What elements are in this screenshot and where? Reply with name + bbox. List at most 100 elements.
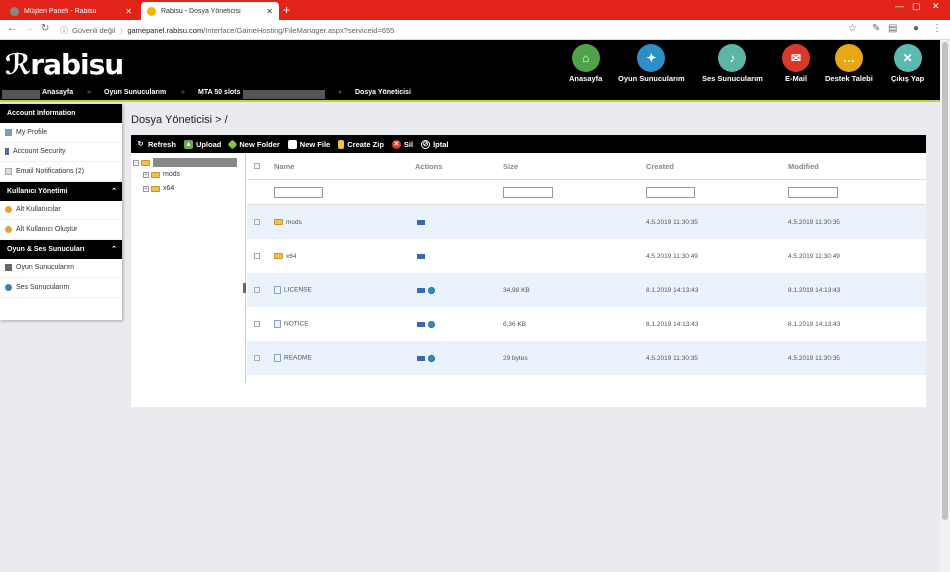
- sidebar-section-oyun-ses[interactable]: Oyun & Ses Sunucuları ⌃: [0, 239, 122, 259]
- chevron-up-icon[interactable]: ⌃: [111, 187, 117, 195]
- row-checkbox[interactable]: [254, 219, 260, 225]
- upload-button[interactable]: ▲ Upload: [183, 139, 221, 149]
- tree-root[interactable]: −: [133, 158, 237, 167]
- nav-cikis-yap[interactable]: ✕ Çıkış Yap: [891, 44, 924, 83]
- tree-item-mods[interactable]: + mods: [143, 171, 180, 178]
- file-name[interactable]: README: [274, 354, 312, 362]
- page-title: Dosya Yöneticisi > /: [131, 114, 228, 126]
- name-filter-input[interactable]: [274, 186, 323, 198]
- new-tab-button[interactable]: +: [283, 2, 290, 18]
- edit-icon[interactable]: [417, 253, 425, 259]
- sidebar-section-account[interactable]: Account Information: [0, 104, 122, 123]
- edit-icon[interactable]: [417, 287, 425, 293]
- delete-button[interactable]: ✕ Sil: [391, 139, 413, 149]
- nav-ses-sunucularim[interactable]: ♪ Ses Sunucularım: [702, 44, 763, 83]
- breadcrumb-oyun-sunucularim[interactable]: Oyun Sunucularım: [104, 89, 166, 96]
- url-field[interactable]: ⓘ Güvenli değil | gamepanel.rabisu.com /…: [60, 23, 860, 37]
- globe-icon[interactable]: [428, 354, 435, 362]
- table-row[interactable]: x64 4.5.2019 11:30:49 4.5.2019 11:30:49: [247, 239, 926, 273]
- create-zip-button[interactable]: Create Zip: [338, 139, 384, 149]
- table-row[interactable]: mods 4.5.2019 11:30:35 4.5.2019 11:30:35: [247, 205, 926, 239]
- window-close-icon[interactable]: ✕: [932, 1, 940, 12]
- nav-label: Oyun Sunucularım: [618, 74, 685, 83]
- chevron-up-icon[interactable]: ⌃: [111, 245, 117, 253]
- row-checkbox[interactable]: [254, 253, 260, 259]
- rabisu-logo[interactable]: ℛrabisu: [5, 49, 124, 81]
- column-modified[interactable]: Modified: [788, 162, 819, 171]
- extension-icon[interactable]: ✎: [872, 23, 880, 34]
- page-scrollbar[interactable]: [940, 40, 950, 572]
- sidebar-section-kullanici-yonetimi[interactable]: Kullanıcı Yönetimi ⌃: [0, 181, 122, 201]
- sidebar-item-alt-kullanici-olustur[interactable]: Alt Kullanıcı Oluştur: [0, 220, 122, 240]
- button-label: Refresh: [148, 139, 176, 149]
- nav-email[interactable]: ✉ E-Mail: [782, 44, 810, 83]
- key-icon: [5, 148, 9, 156]
- cancel-button[interactable]: ⊘ İptal: [421, 139, 449, 149]
- sidebar-item-ses-sunucularim[interactable]: Ses Sunucularım: [0, 278, 122, 298]
- tab-dosya-yoneticisi[interactable]: Rabisu - Dosya Yöneticisi ✕: [141, 2, 279, 20]
- breadcrumb-server[interactable]: MTA 50 slots: [198, 89, 240, 96]
- forward-icon[interactable]: →: [24, 23, 34, 34]
- row-checkbox[interactable]: [254, 321, 260, 327]
- new-file-button[interactable]: New File: [287, 139, 330, 149]
- close-tab-icon[interactable]: ✕: [266, 7, 273, 16]
- size-filter-input[interactable]: [503, 186, 553, 198]
- expand-icon[interactable]: +: [143, 185, 149, 192]
- sidebar-item-alt-kullanicilar[interactable]: Alt Kullanıcılar: [0, 201, 122, 220]
- column-created[interactable]: Created: [646, 162, 674, 171]
- tree-item-x64[interactable]: + x64: [143, 185, 174, 192]
- nav-anasayfa[interactable]: ⌂ Anasayfa: [569, 44, 602, 83]
- tab-musteri-paneli[interactable]: Müşteri Paneli - Rabisu ✕: [4, 2, 138, 20]
- row-actions: [417, 320, 435, 328]
- folder-icon: [151, 185, 160, 192]
- column-size[interactable]: Size: [503, 162, 518, 171]
- splitter-handle[interactable]: [243, 283, 246, 293]
- scrollbar-thumb[interactable]: [942, 42, 948, 520]
- maximize-icon[interactable]: ▢: [912, 1, 921, 12]
- nav-oyun-sunucularim[interactable]: ✦ Oyun Sunucularım: [618, 44, 685, 83]
- reload-icon[interactable]: ↻: [41, 23, 49, 34]
- sidebar-item-account-security[interactable]: Account Security: [0, 143, 122, 162]
- select-all-checkbox[interactable]: [254, 163, 260, 169]
- edit-icon[interactable]: [417, 355, 425, 361]
- refresh-button[interactable]: ↻ Refresh: [136, 140, 176, 149]
- row-checkbox[interactable]: [254, 287, 260, 293]
- breadcrumb-separator: »: [181, 89, 185, 96]
- file-name[interactable]: mods: [274, 219, 302, 226]
- new-folder-button[interactable]: New Folder: [227, 139, 280, 149]
- menu-icon[interactable]: ⋮: [932, 23, 942, 34]
- info-icon[interactable]: ⓘ: [60, 25, 68, 36]
- created-filter-input[interactable]: [646, 186, 695, 198]
- row-checkbox[interactable]: [254, 355, 260, 361]
- sidebar-item-oyun-sunucularim[interactable]: Oyun Sunucularım: [0, 259, 122, 278]
- nav-label: Destek Talebi: [825, 74, 873, 83]
- edit-icon[interactable]: [417, 219, 425, 225]
- close-tab-icon[interactable]: ✕: [125, 7, 132, 16]
- globe-icon[interactable]: [428, 320, 435, 328]
- tab-title: Rabisu - Dosya Yöneticisi: [161, 7, 241, 15]
- nav-destek-talebi[interactable]: … Destek Talebi: [825, 44, 873, 83]
- folder-icon: [151, 171, 160, 178]
- table-row[interactable]: LICENSE 34,98 KB 8.1.2019 14:13:43 8.1.2…: [247, 273, 926, 307]
- file-name[interactable]: x64: [274, 253, 296, 260]
- browser-tab-bar: Müşteri Paneli - Rabisu ✕ Rabisu - Dosya…: [0, 0, 950, 20]
- breadcrumb-anasayfa[interactable]: Anasayfa: [42, 89, 73, 96]
- table-row[interactable]: NOTICE 6,36 KB 8.1.2019 14:13:43 8.1.201…: [247, 307, 926, 341]
- extension-icon[interactable]: ▤: [888, 23, 897, 34]
- back-icon[interactable]: ←: [7, 23, 17, 34]
- edit-icon[interactable]: [417, 321, 425, 327]
- sidebar-item-my-profile[interactable]: My Profile: [0, 123, 122, 143]
- file-name[interactable]: NOTICE: [274, 320, 309, 328]
- table-row[interactable]: README 29 bytes 4.5.2019 11:30:35 4.5.20…: [247, 341, 926, 375]
- bookmark-star-icon[interactable]: ☆: [848, 23, 857, 34]
- minimize-icon[interactable]: —: [895, 1, 904, 11]
- modified-filter-input[interactable]: [788, 186, 838, 198]
- collapse-icon[interactable]: −: [133, 159, 139, 166]
- expand-icon[interactable]: +: [143, 171, 149, 178]
- profile-icon[interactable]: ●: [913, 23, 919, 34]
- sidebar-item-email-notifications[interactable]: Email Notifications (2): [0, 162, 122, 182]
- column-name[interactable]: Name: [274, 162, 294, 171]
- file-name[interactable]: LICENSE: [274, 286, 312, 294]
- section-title: Account Information: [7, 110, 76, 117]
- globe-icon[interactable]: [428, 286, 435, 294]
